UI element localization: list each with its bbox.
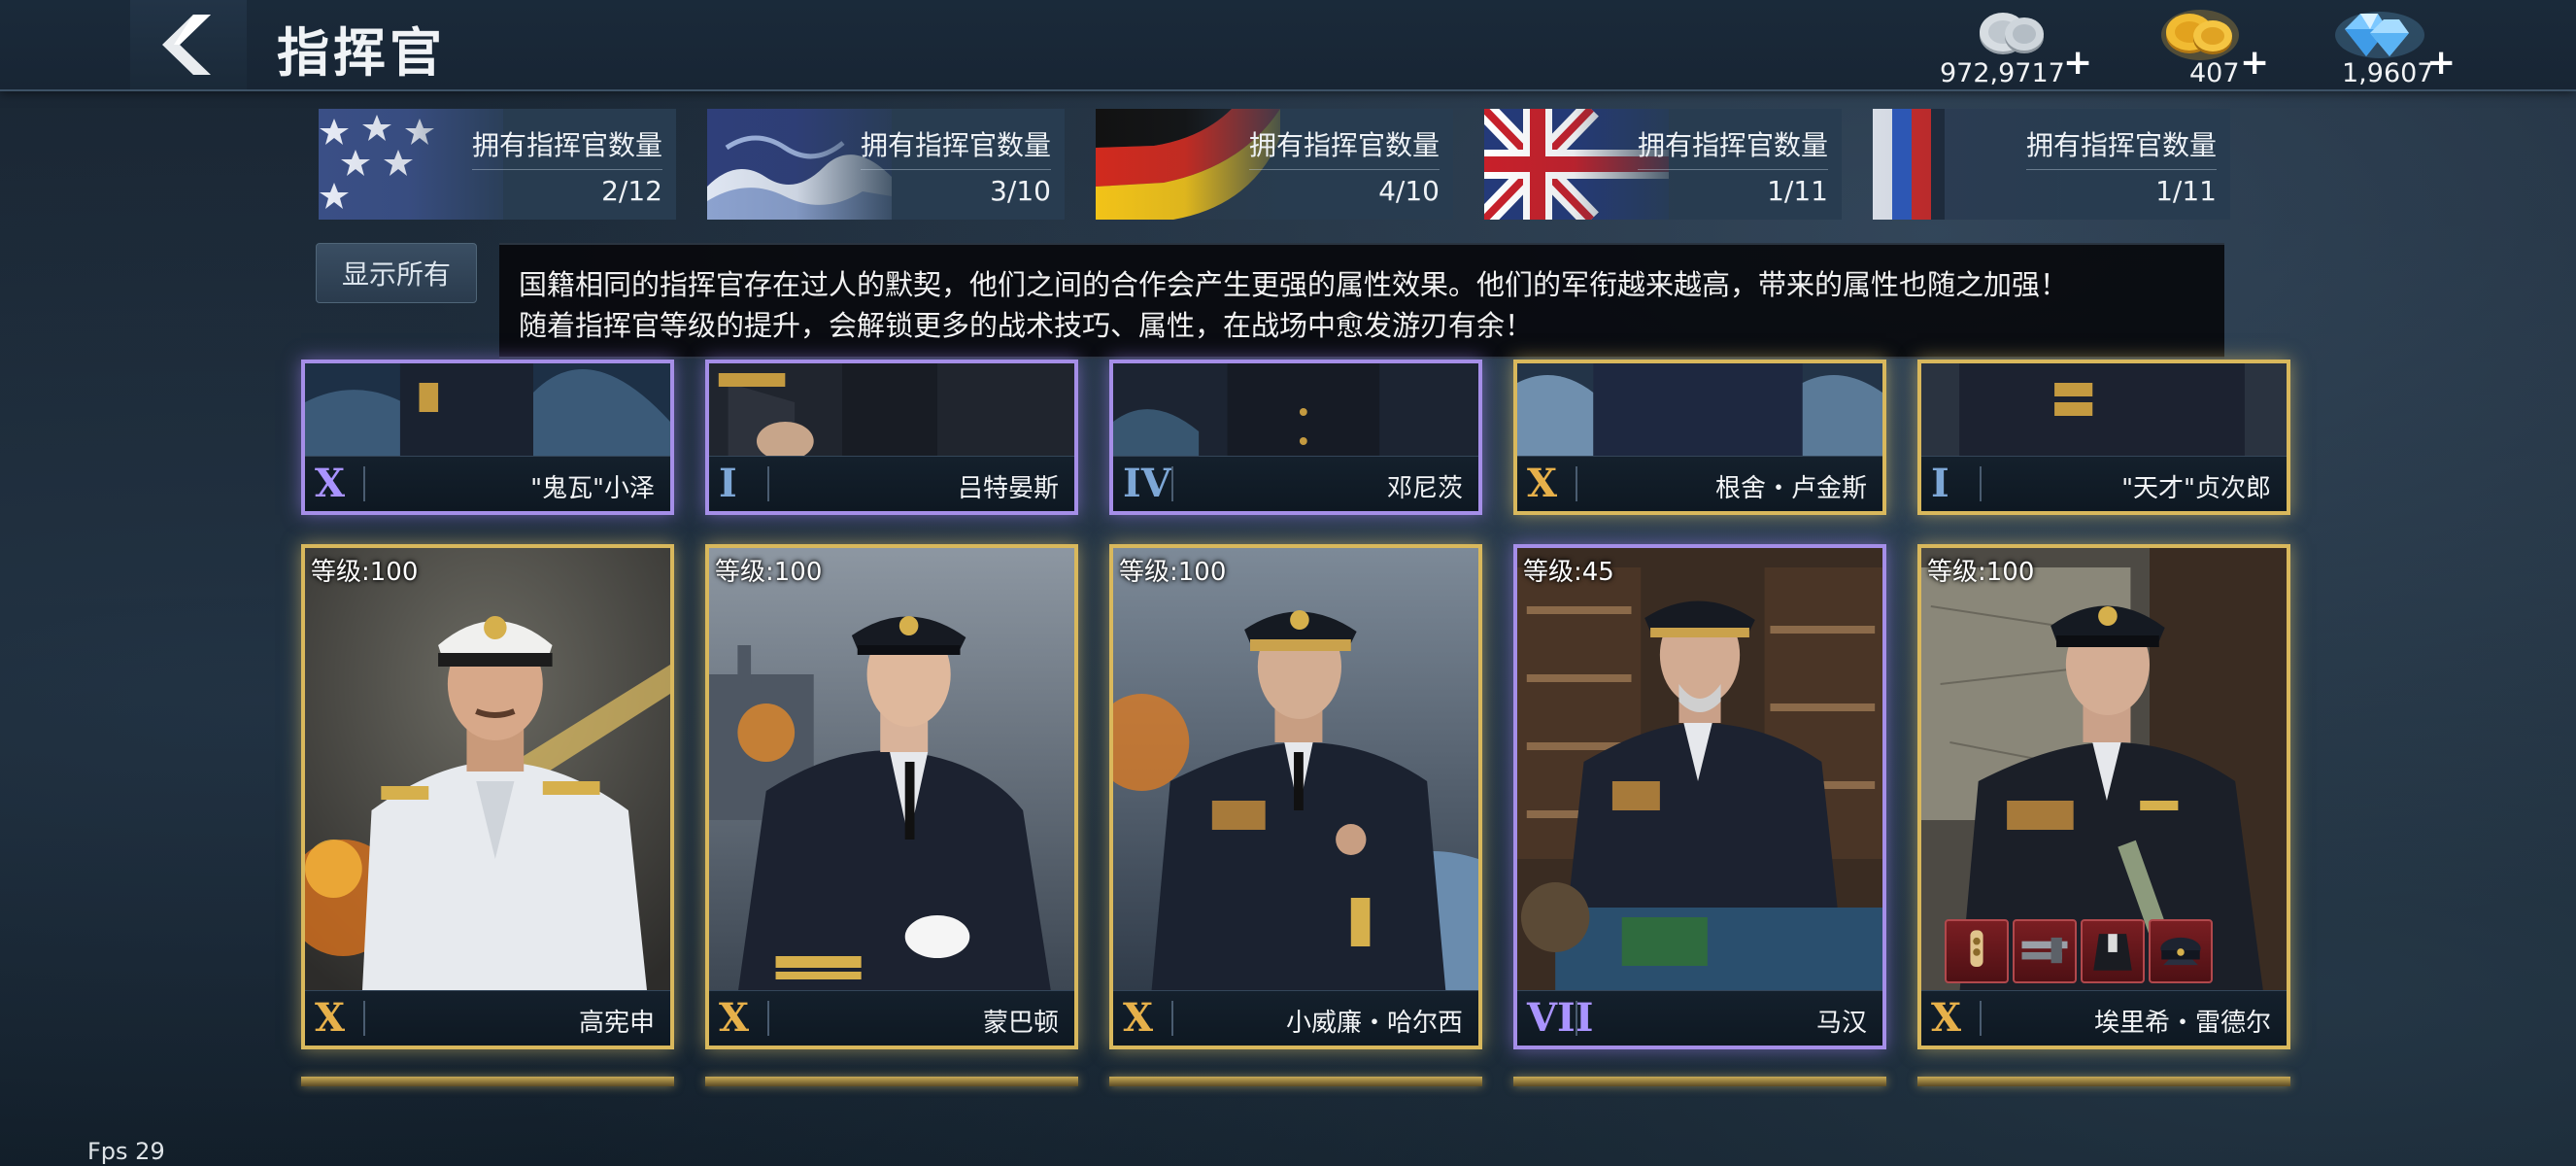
- commander-portrait-icon: [305, 363, 670, 464]
- commander-portrait-icon: [1921, 363, 2287, 464]
- back-button[interactable]: [130, 0, 247, 89]
- nation-filter-uk[interactable]: 拥有指挥官数量 1/11: [1484, 109, 1842, 220]
- diamond-currency: 1,9607 +: [2331, 6, 2457, 89]
- commander-portrait-icon: [1517, 363, 1882, 464]
- commander-card[interactable]: 等级:100 X 小威廉・哈尔西: [1109, 544, 1482, 1049]
- commander-card-edge[interactable]: [1917, 1077, 2290, 1086]
- gold-coins-icon: [2161, 10, 2239, 60]
- commander-card[interactable]: 等级:100 X 埃里希・雷德尔: [1917, 544, 2290, 1049]
- fps-counter: Fps 29: [87, 1138, 165, 1165]
- show-all-button[interactable]: 显示所有: [316, 243, 477, 303]
- gold-currency: 407 +: [2147, 6, 2273, 89]
- commander-card[interactable]: 等级:100 X 蒙巴顿: [705, 544, 1078, 1049]
- commander-card-edge[interactable]: [1109, 1077, 1482, 1086]
- commander-card[interactable]: 等级:45 VII 马汉: [1513, 544, 1886, 1049]
- medal-icon[interactable]: [1945, 919, 2009, 983]
- silver-currency: 972,9717 +: [1933, 6, 2092, 89]
- back-arrow-icon: [162, 15, 211, 75]
- commander-portrait-icon: [1113, 363, 1478, 464]
- guns-icon[interactable]: [2013, 919, 2077, 983]
- commander-card[interactable]: I "天才"贞次郎: [1917, 360, 2290, 515]
- diamonds-icon: [2335, 12, 2424, 58]
- commander-portrait-icon: [709, 548, 1074, 995]
- nation-filter-ussr[interactable]: 拥有指挥官数量 1/11: [1873, 109, 2230, 220]
- commander-card[interactable]: 等级:100 X 高宪申: [301, 544, 674, 1049]
- commander-portrait-icon: [1517, 548, 1882, 995]
- commander-card[interactable]: X "鬼瓦"小泽: [301, 360, 674, 515]
- page-title: 指挥官: [277, 22, 446, 84]
- cap-icon[interactable]: [2149, 919, 2213, 983]
- commander-card[interactable]: X 根舍・卢金斯: [1513, 360, 1886, 515]
- commander-portrait-icon: [709, 363, 1074, 464]
- info-tooltip: 国籍相同的指挥官存在过人的默契，他们之间的合作会产生更强的属性效果。他们的军衔越…: [499, 243, 2224, 359]
- commander-portrait-icon: [1113, 548, 1478, 995]
- nation-filter-japan[interactable]: 拥有指挥官数量 3/10: [707, 109, 1065, 220]
- add-diamond-button[interactable]: +: [2426, 43, 2456, 83]
- commander-card[interactable]: I 吕特晏斯: [705, 360, 1078, 515]
- commander-card-edge[interactable]: [1513, 1077, 1886, 1086]
- commander-portrait-icon: [305, 548, 670, 995]
- commander-card[interactable]: IV 邓尼茨: [1109, 360, 1482, 515]
- nation-filter-germany[interactable]: 拥有指挥官数量 4/10: [1096, 109, 1453, 220]
- silver-coins-icon: [1980, 13, 2044, 54]
- commander-card-edge[interactable]: [301, 1077, 674, 1086]
- uniform-icon[interactable]: [2081, 919, 2145, 983]
- add-gold-button[interactable]: +: [2240, 43, 2269, 83]
- top-bar: 指挥官 972,9717 + 407 + 1,9607 +: [0, 0, 2576, 91]
- nation-filter-usa[interactable]: 拥有指挥官数量 2/12: [319, 109, 676, 220]
- commander-card-edge[interactable]: [705, 1077, 1078, 1086]
- add-silver-button[interactable]: +: [2063, 43, 2092, 83]
